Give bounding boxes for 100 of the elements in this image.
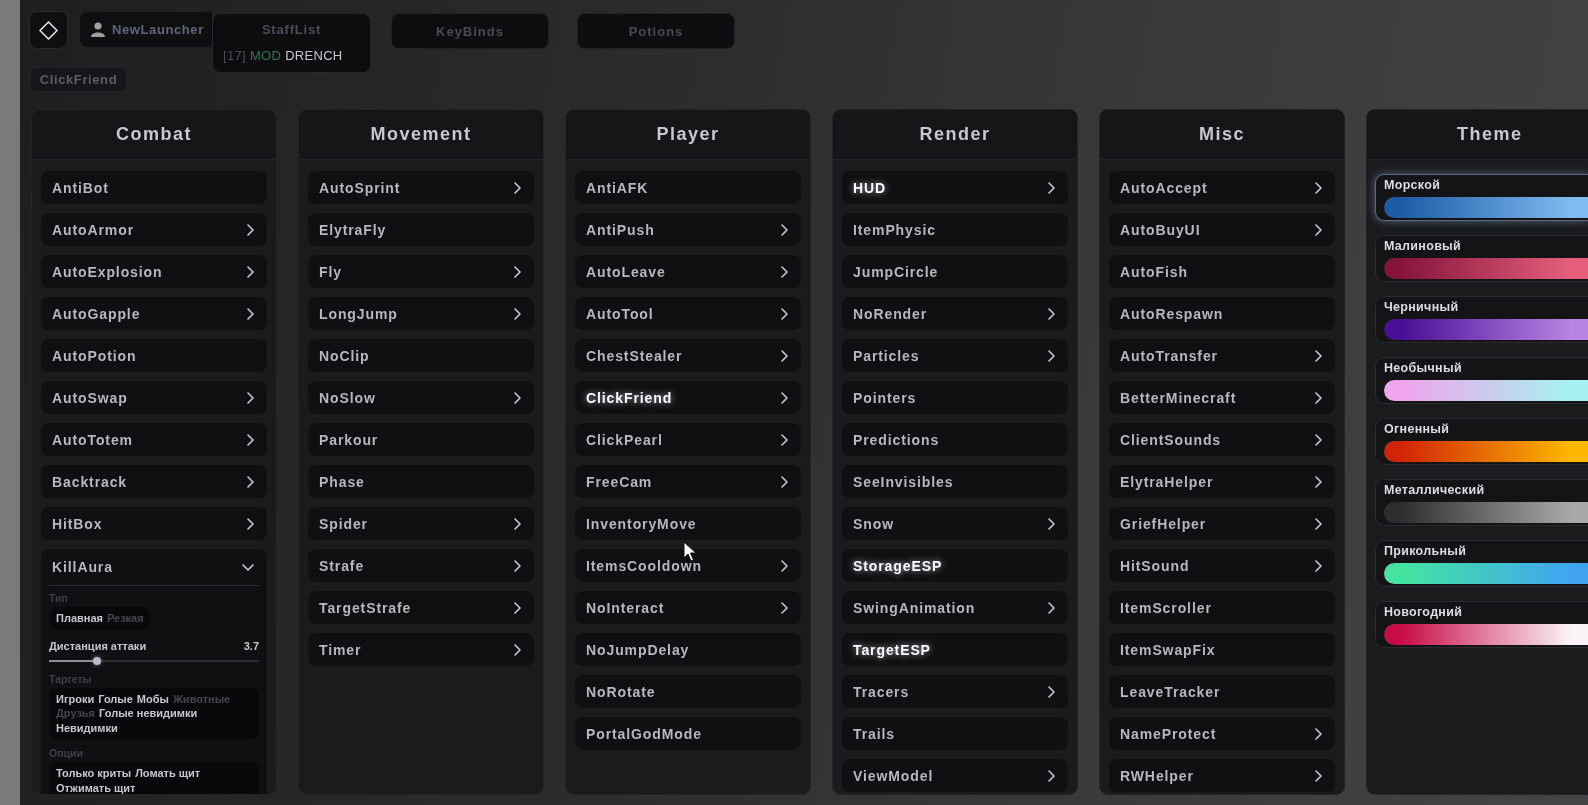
staff-role: MOD <box>249 48 282 64</box>
theme-name: Малиновый <box>1384 239 1463 253</box>
hud-panel: Potions <box>577 13 735 49</box>
module-button[interactable]: ItemScroller <box>1109 591 1335 624</box>
module-button[interactable]: NoJumpDelay <box>575 633 801 666</box>
theme-name: Черничный <box>1384 300 1460 314</box>
module-button[interactable]: Strafe <box>308 549 534 582</box>
module-button[interactable]: LongJump <box>308 297 534 330</box>
module-button[interactable]: AntiPush <box>575 213 801 246</box>
module-button[interactable]: AutoBuyUI <box>1109 213 1335 246</box>
module-button[interactable]: TargetESP <box>842 633 1068 666</box>
module-button[interactable]: Snow <box>842 507 1068 540</box>
module-button[interactable]: ClickPearl <box>575 423 801 456</box>
theme-option[interactable]: Новогодний <box>1375 601 1588 648</box>
module-button[interactable]: AutoSprint <box>308 171 534 204</box>
logo-button[interactable] <box>29 11 68 49</box>
module-button[interactable]: ItemPhysic <box>842 213 1068 246</box>
module-button[interactable]: InventoryMove <box>575 507 801 540</box>
module-button[interactable]: ItemsCooldown <box>575 549 801 582</box>
module-button[interactable]: NoRender <box>842 297 1068 330</box>
module-button[interactable]: GriefHelper <box>1109 507 1335 540</box>
theme-option[interactable]: Огненный <box>1375 418 1588 465</box>
module-button[interactable]: Predictions <box>842 423 1068 456</box>
module-button[interactable]: ElytraFly <box>308 213 534 246</box>
module-button[interactable]: AutoTool <box>575 297 801 330</box>
module-button[interactable]: AutoGapple <box>41 297 267 330</box>
module-button[interactable]: Phase <box>308 465 534 498</box>
theme-option[interactable]: Металлический <box>1375 479 1588 526</box>
module-button[interactable]: PortalGodMode <box>575 717 801 750</box>
module-button[interactable]: ClientSounds <box>1109 423 1335 456</box>
theme-option[interactable]: Необычный <box>1375 357 1588 404</box>
module-button[interactable]: ChestStealer <box>575 339 801 372</box>
module-button[interactable]: Tracers <box>842 675 1068 708</box>
module-button[interactable]: AntiBot <box>41 171 267 204</box>
module-button[interactable]: SwingAnimation <box>842 591 1068 624</box>
option-item[interactable]: Голые невидимки <box>99 706 198 721</box>
module-button[interactable]: Timer <box>308 633 534 666</box>
module-button[interactable]: RWHelper <box>1109 759 1335 792</box>
module-button[interactable]: AntiAFK <box>575 171 801 204</box>
module-button[interactable]: AutoExplosion <box>41 255 267 288</box>
module-button[interactable]: NoClip <box>308 339 534 372</box>
slider-thumb[interactable] <box>93 656 102 665</box>
module-button[interactable]: Spider <box>308 507 534 540</box>
watermark-text: NewLauncher <box>112 22 204 37</box>
module-button[interactable]: NoRotate <box>575 675 801 708</box>
module-button[interactable]: Particles <box>842 339 1068 372</box>
option-item[interactable]: Ломать щит <box>135 766 201 781</box>
option-item[interactable]: Мобы <box>136 691 169 706</box>
theme-option[interactable]: Морской <box>1375 174 1588 221</box>
module-button[interactable]: StorageESP <box>842 549 1068 582</box>
option-item[interactable]: Голые <box>98 691 133 706</box>
module-button[interactable]: LeaveTracker <box>1109 675 1335 708</box>
module-button[interactable]: AutoFish <box>1109 255 1335 288</box>
category-title: Combat <box>32 110 276 160</box>
module-button[interactable]: NameProtect <box>1109 717 1335 750</box>
module-button[interactable]: AutoPotion <box>41 339 267 372</box>
category-title: Misc <box>1100 110 1344 160</box>
module-button[interactable]: AutoAccept <box>1109 171 1335 204</box>
module-button[interactable]: AutoArmor <box>41 213 267 246</box>
option-item[interactable]: Плавная <box>56 611 103 626</box>
module-button[interactable]: Parkour <box>308 423 534 456</box>
module-button[interactable]: BetterMinecraft <box>1109 381 1335 414</box>
module-button[interactable]: HitSound <box>1109 549 1335 582</box>
module-button[interactable]: AutoLeave <box>575 255 801 288</box>
option-item[interactable]: Невидимки <box>56 720 118 735</box>
theme-option[interactable]: Прикольный <box>1375 540 1588 587</box>
module-button[interactable]: ElytraHelper <box>1109 465 1335 498</box>
module-button[interactable]: AutoTotem <box>41 423 267 456</box>
module-button[interactable]: SeeInvisibles <box>842 465 1068 498</box>
option-item[interactable]: Только криты <box>56 766 132 781</box>
diamond-icon <box>39 20 58 40</box>
theme-option[interactable]: Черничный <box>1375 296 1588 343</box>
theme-option[interactable]: Малиновый <box>1375 235 1588 282</box>
chevron-down-icon <box>242 563 254 571</box>
module-tag: ClickFriend <box>30 67 127 92</box>
option-item[interactable]: Отжимать щит <box>56 780 136 794</box>
module-button[interactable]: TargetStrafe <box>308 591 534 624</box>
module-button[interactable]: Trails <box>842 717 1068 750</box>
module-button[interactable]: AutoTransfer <box>1109 339 1335 372</box>
module-button[interactable]: Pointers <box>842 381 1068 414</box>
hud-panel: KeyBinds <box>391 13 549 49</box>
module-button[interactable]: ClickFriend <box>575 381 801 414</box>
panel-title: StaffList <box>260 22 323 38</box>
module-button[interactable]: NoSlow <box>308 381 534 414</box>
module-button[interactable]: JumpCircle <box>842 255 1068 288</box>
module-button[interactable]: Fly <box>308 255 534 288</box>
category-title: Player <box>566 110 810 160</box>
module-button[interactable]: AutoSwap <box>41 381 267 414</box>
module-button[interactable]: Backtrack <box>41 465 267 498</box>
module-button[interactable]: FreeCam <box>575 465 801 498</box>
module-button[interactable]: ItemSwapFix <box>1109 633 1335 666</box>
option-item[interactable]: Игроки <box>56 691 95 706</box>
module-button[interactable]: KillAura <box>41 549 267 585</box>
slider-value: 3.7 <box>243 638 259 653</box>
module-button[interactable]: NoInteract <box>575 591 801 624</box>
theme-name: Необычный <box>1384 361 1463 375</box>
module-button[interactable]: ViewModel <box>842 759 1068 792</box>
module-button[interactable]: AutoRespawn <box>1109 297 1335 330</box>
module-button[interactable]: HitBox <box>41 507 267 540</box>
module-button[interactable]: HUD <box>842 171 1068 204</box>
